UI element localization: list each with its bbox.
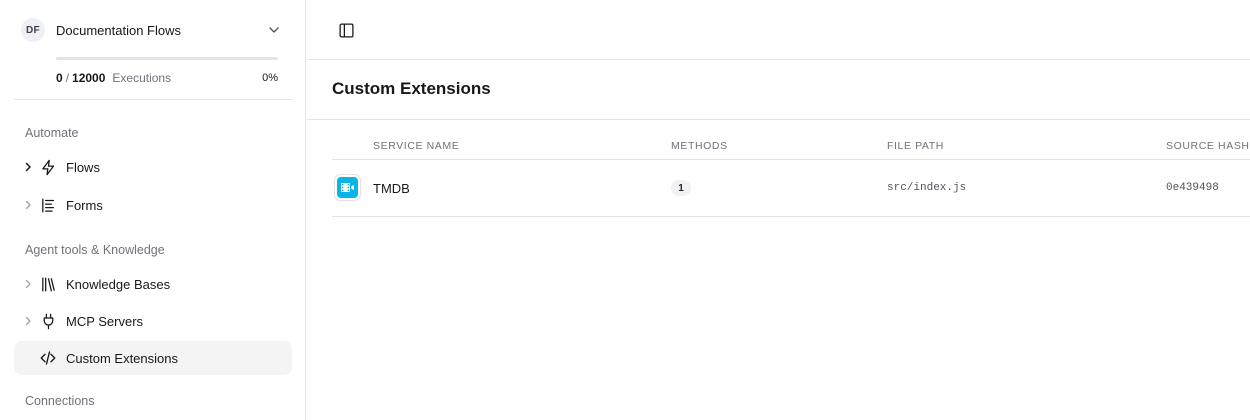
methods-count-badge: 1 <box>671 180 691 196</box>
sidebar: DF Documentation Flows 0 / 12000 Executi… <box>0 0 306 420</box>
sidebar-item-forms[interactable]: Forms <box>14 188 292 222</box>
sidebar-item-label: Custom Extensions <box>66 350 178 366</box>
executions-label: Executions <box>112 71 172 85</box>
top-bar <box>307 0 1250 60</box>
page-title: Custom Extensions <box>332 79 491 98</box>
workspace-switcher[interactable]: DF Documentation Flows <box>14 12 292 48</box>
chevron-down-icon[interactable] <box>266 22 282 38</box>
column-header-file-path[interactable]: FILE PATH <box>887 140 944 152</box>
chevron-right-icon[interactable] <box>21 279 35 289</box>
sidebar-item-knowledge-bases[interactable]: Knowledge Bases <box>14 267 292 301</box>
extensions-table: SERVICE NAME METHODS FILE PATH SOURCE HA… <box>332 120 1250 217</box>
executions-usage: 0 / 12000 Executions 0% <box>56 70 278 86</box>
section-title-automate: Automate <box>25 126 79 140</box>
table-row[interactable]: TMDB 1 src/index.js 0e439498 <box>332 160 1250 217</box>
chevron-right-icon[interactable] <box>21 162 35 172</box>
sidebar-item-label: MCP Servers <box>66 313 144 329</box>
service-name: TMDB <box>373 181 410 196</box>
section-title-connections: Connections <box>25 394 95 408</box>
lightning-icon <box>39 158 57 176</box>
workspace-avatar: DF <box>21 18 45 42</box>
plug-icon <box>39 312 57 330</box>
column-header-source-hash[interactable]: SOURCE HASH <box>1166 140 1250 152</box>
source-hash: 0e439498 <box>1166 182 1219 194</box>
service-icon <box>334 174 361 201</box>
sidebar-item-label: Flows <box>66 159 100 175</box>
sidebar-toggle-button[interactable] <box>335 20 357 40</box>
chevron-right-icon[interactable] <box>21 200 35 210</box>
column-header-service-name[interactable]: SERVICE NAME <box>373 140 459 152</box>
sidebar-item-label: Forms <box>66 197 103 213</box>
library-icon <box>39 275 57 293</box>
sidebar-item-flows[interactable]: Flows <box>14 150 292 184</box>
file-path: src/index.js <box>887 182 967 194</box>
sidebar-item-custom-extensions[interactable]: Custom Extensions <box>14 341 292 375</box>
chevron-right-icon[interactable] <box>21 316 35 326</box>
code-icon <box>39 349 57 367</box>
form-lines-icon <box>39 196 57 214</box>
executions-progress-bar <box>56 57 278 60</box>
main-content: Custom Extensions SERVICE NAME METHODS F… <box>307 0 1250 420</box>
column-header-methods[interactable]: METHODS <box>671 140 728 152</box>
section-title-agent-tools: Agent tools & Knowledge <box>25 243 165 257</box>
film-icon <box>337 177 358 198</box>
workspace-name: Documentation Flows <box>56 22 181 38</box>
table-header: SERVICE NAME METHODS FILE PATH SOURCE HA… <box>332 120 1250 160</box>
executions-total: 12000 <box>72 71 106 85</box>
sidebar-item-label: Knowledge Bases <box>66 276 171 292</box>
sidebar-item-mcp-servers[interactable]: MCP Servers <box>14 304 292 338</box>
executions-used: 0 <box>56 71 63 85</box>
sidebar-divider <box>14 99 292 100</box>
executions-percent: 0% <box>262 72 278 84</box>
panel-left-icon <box>338 22 354 38</box>
executions-separator: / <box>65 71 70 85</box>
